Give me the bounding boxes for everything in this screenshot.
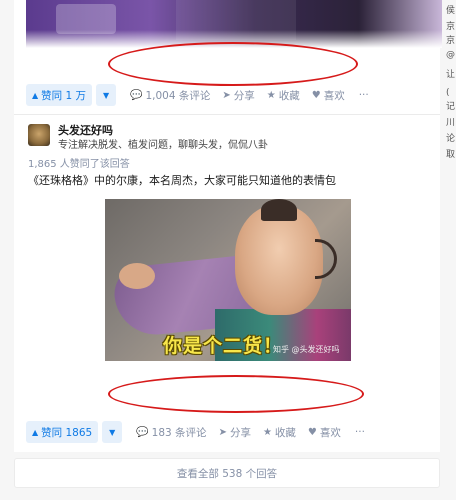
sidebar-fragment[interactable]: 京 <box>446 22 455 32</box>
red-annotation-ellipse <box>108 375 364 413</box>
comment-label: 183 条评论 <box>151 426 207 439</box>
meme-head <box>235 205 323 315</box>
share-icon: ➤ <box>222 89 231 101</box>
star-icon: ★ <box>266 89 276 101</box>
star-icon: ★ <box>262 426 272 438</box>
upvote-arrow-icon: ▲ <box>32 90 39 100</box>
answer-divider <box>14 114 440 115</box>
share-icon: ➤ <box>218 426 227 438</box>
heart-icon: ♥ <box>311 89 321 101</box>
view-all-answers-button[interactable]: 查看全部 538 个回答 <box>14 458 440 488</box>
red-annotation-ellipse <box>108 42 358 86</box>
answer2-meme-image[interactable]: 你是个二货！ 知乎 @头发还好吗 <box>105 199 351 361</box>
like-label: 喜欢 <box>323 89 345 102</box>
avatar[interactable] <box>28 124 50 146</box>
more-button[interactable]: ··· <box>359 89 369 101</box>
author-bio: 专注解决脱发、植发问题，聊聊头发，侃侃八卦 <box>58 140 268 151</box>
like-button[interactable]: ♥ 喜欢 <box>312 88 345 103</box>
more-icon: ··· <box>354 426 365 438</box>
favorite-button[interactable]: ★ 收藏 <box>263 425 296 440</box>
meme-ear <box>315 239 337 279</box>
answer1-video-thumbnail[interactable] <box>26 0 442 48</box>
sidebar-fragment[interactable]: 记 <box>446 102 455 112</box>
author-info: 头发还好吗 专注解决脱发、植发问题，聊聊头发，侃侃八卦 <box>58 124 268 153</box>
sidebar-fragment[interactable]: 京 <box>446 36 455 46</box>
sidebar-fragment[interactable]: 侯 <box>446 6 455 16</box>
sidebar-fragment[interactable]: 论 <box>446 134 455 144</box>
downvote-arrow-icon: ▼ <box>109 427 116 437</box>
meme-hat <box>261 199 297 221</box>
answer1-action-bar: ▲ 赞同 1 万 ▼ 💬 1,004 条评论 ➤ 分享 ★ 收藏 ♥ 喜欢 ··… <box>26 84 369 106</box>
sidebar-fragment[interactable]: 取 <box>446 150 455 160</box>
downvote-button[interactable]: ▼ <box>96 84 117 106</box>
upvote-label: 赞同 1 万 <box>41 89 87 102</box>
favorite-label: 收藏 <box>274 426 296 439</box>
answer2-action-bar: ▲ 赞同 1865 ▼ 💬 183 条评论 ➤ 分享 ★ 收藏 ♥ 喜欢 ··· <box>26 421 365 443</box>
right-sidebar-sliver: 侯 京 京 @ 让 ( 记 川 论 取 <box>444 0 456 500</box>
favorite-label: 收藏 <box>278 89 300 102</box>
share-button[interactable]: ➤ 分享 <box>219 425 251 440</box>
more-icon: ··· <box>358 89 369 101</box>
meme-hand <box>119 263 155 289</box>
author-name[interactable]: 头发还好吗 <box>58 124 268 138</box>
sidebar-fragment[interactable]: ( <box>446 88 450 98</box>
downvote-button[interactable]: ▼ <box>102 421 123 443</box>
meme-watermark: 知乎 @头发还好吗 <box>273 345 340 354</box>
sidebar-fragment[interactable]: 让 <box>446 70 455 80</box>
upvote-arrow-icon: ▲ <box>32 427 39 437</box>
upvote-count-text[interactable]: 1,865 人赞同了该回答 <box>28 155 130 170</box>
upvote-label: 赞同 1865 <box>41 426 93 439</box>
upvote-button[interactable]: ▲ 赞同 1865 <box>26 421 99 443</box>
like-button[interactable]: ♥ 喜欢 <box>308 425 341 440</box>
answer2-author-row: 头发还好吗 专注解决脱发、植发问题，聊聊头发，侃侃八卦 <box>28 124 268 153</box>
heart-icon: ♥ <box>307 426 317 438</box>
downvote-arrow-icon: ▼ <box>102 90 110 100</box>
more-button[interactable]: ··· <box>355 426 365 438</box>
comment-button[interactable]: 💬 1,004 条评论 <box>130 88 210 103</box>
upvote-button[interactable]: ▲ 赞同 1 万 <box>26 84 93 106</box>
comment-icon: 💬 <box>136 426 149 438</box>
comment-label: 1,004 条评论 <box>145 89 211 102</box>
favorite-button[interactable]: ★ 收藏 <box>267 88 300 103</box>
comment-button[interactable]: 💬 183 条评论 <box>136 425 206 440</box>
sidebar-fragment[interactable]: 川 <box>446 118 455 128</box>
answer-body-text: 《还珠格格》中的尔康，本名周杰，大家可能只知道他的表情包 <box>28 174 336 187</box>
share-button[interactable]: ➤ 分享 <box>222 88 254 103</box>
share-label: 分享 <box>233 89 255 102</box>
sidebar-fragment[interactable]: @ <box>446 50 455 60</box>
meme-caption: 你是个二货！ <box>163 335 284 357</box>
share-label: 分享 <box>229 426 251 439</box>
comment-icon: 💬 <box>130 89 143 101</box>
like-label: 喜欢 <box>319 426 341 439</box>
